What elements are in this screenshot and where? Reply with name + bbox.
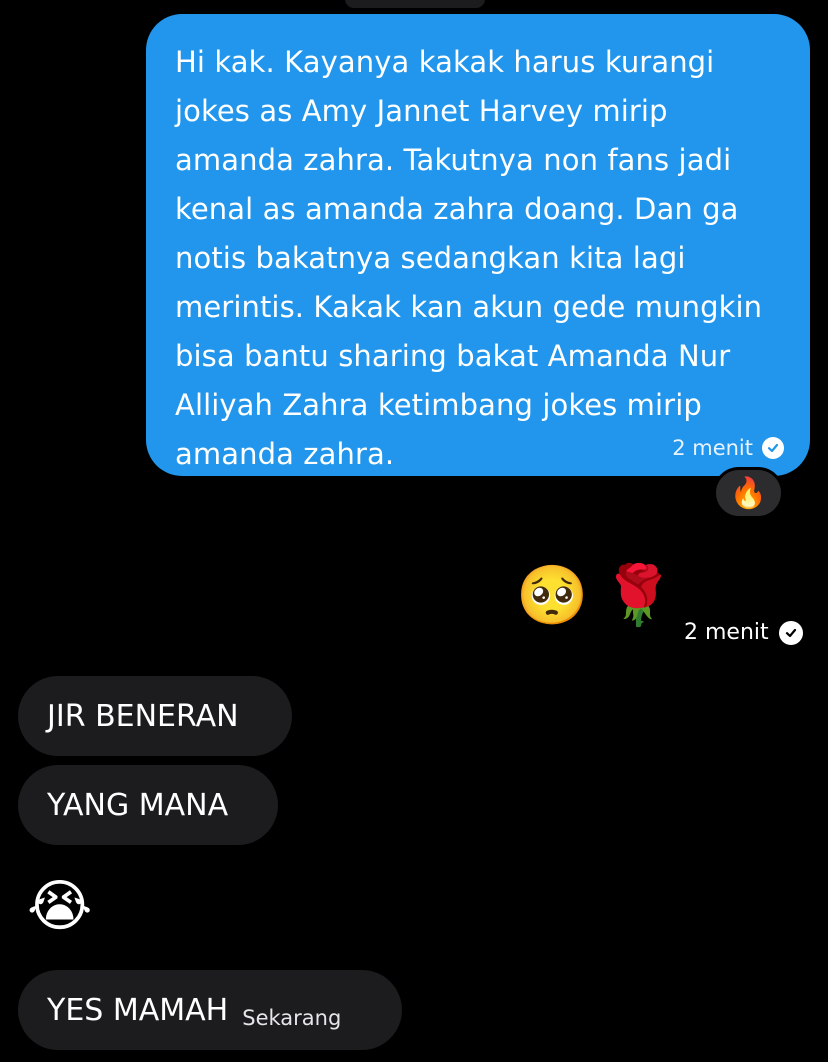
outgoing-emoji-message[interactable]: 🥺 🌹 — [516, 560, 674, 630]
seen-check-icon — [778, 620, 803, 645]
incoming-message-bubble[interactable]: YES MAMAH Sekarang — [18, 970, 402, 1050]
outgoing-message-meta: 2 menit — [672, 436, 784, 460]
fire-reaction[interactable]: 🔥 — [713, 467, 784, 519]
seen-check-icon — [762, 437, 784, 459]
previous-message-edge — [345, 0, 485, 8]
incoming-message-time: Sekarang — [242, 1006, 342, 1030]
outgoing-message-time: 2 menit — [672, 436, 753, 460]
incoming-message-text: YES MAMAH — [47, 992, 229, 1028]
outgoing-emoji-meta: 2 menit — [684, 620, 803, 645]
incoming-message-bubble[interactable]: JIR BENERAN — [18, 676, 292, 756]
outgoing-emoji-time: 2 menit — [684, 620, 769, 645]
incoming-message-text: JIR BENERAN — [47, 698, 239, 734]
loudly-crying-face-emoji[interactable]: 😭 — [27, 872, 92, 942]
incoming-message-bubble[interactable]: YANG MANA — [18, 765, 278, 845]
pleading-face-emoji: 🥺 — [516, 561, 589, 629]
fire-reaction-emoji: 🔥 — [729, 475, 768, 511]
incoming-message-text: YANG MANA — [47, 787, 229, 823]
outgoing-message-bubble[interactable]: Hi kak. Kayanya kakak harus kurangi joke… — [146, 14, 810, 476]
chat-screen: Hi kak. Kayanya kakak harus kurangi joke… — [0, 0, 828, 1062]
rose-emoji: 🌹 — [602, 561, 675, 629]
outgoing-message-text: Hi kak. Kayanya kakak harus kurangi joke… — [175, 45, 763, 471]
